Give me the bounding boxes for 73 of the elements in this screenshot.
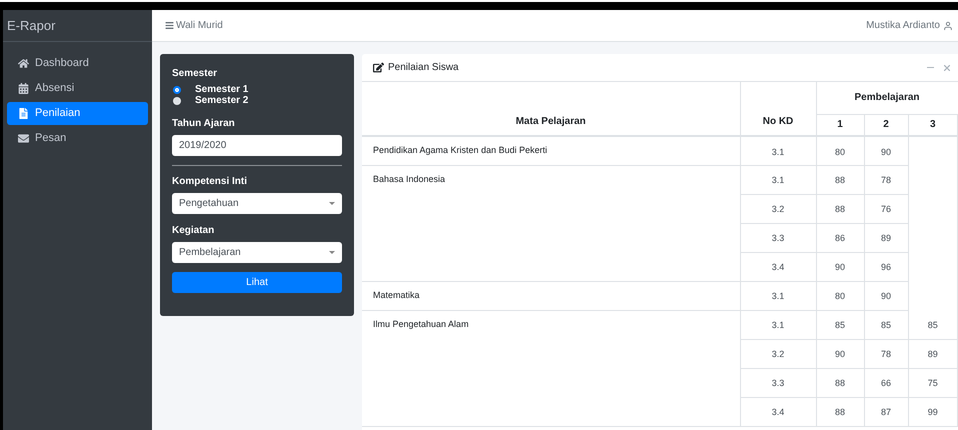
score: 78 [880,175,891,186]
subject-name: Bahasa Indonesia [373,174,446,184]
column-header: No KD [762,116,794,127]
score: 80 [834,291,845,302]
score: 80 [834,146,845,156]
kd-number: 3.1 [772,146,784,156]
radio-label: Semester 2 [195,94,248,108]
caret-icon [329,202,335,205]
kd-number: 3.3 [772,378,784,388]
year-field[interactable]: 2019/2020 [172,135,342,156]
score: 85 [834,320,845,330]
sidebar-item[interactable]: Pesan [7,127,148,150]
kd-number: 3.1 [772,291,784,302]
card-title: Penilaian Siswa [388,61,459,75]
column-header: 2 [883,119,889,130]
sidebar-item[interactable]: Absensi [7,77,148,100]
view-button[interactable]: Lihat [172,272,342,293]
competence-select[interactable]: Pengetahuan [172,193,342,214]
radio-button[interactable] [173,86,181,94]
kd-number: 3.3 [772,233,784,244]
score: 90 [834,262,845,272]
score: 76 [880,204,891,214]
sidebar-item[interactable]: Penilaian [7,102,148,125]
column-header: 1 [837,119,843,130]
kd-number: 3.2 [772,349,784,360]
score: 90 [880,146,891,156]
column-header: 3 [930,119,936,130]
score: 90 [834,349,845,360]
home-icon [18,58,29,69]
subject-name: Pendidikan Agama Kristen dan Budi Pekerti [373,145,548,155]
column-header: Pembelajaran [854,92,920,104]
score: 88 [834,407,845,418]
field-label: Tahun Ajaran [172,117,236,131]
user-icon [943,20,953,30]
score: 86 [834,233,845,244]
score: 89 [880,233,891,244]
score: 78 [880,349,891,360]
calendar-icon [18,83,29,94]
caret-icon [329,251,335,254]
menu-toggle[interactable]: Wali Murid [165,18,223,33]
activity-select[interactable]: Pembelajaran [172,242,342,263]
field-label: Kompetensi Inti [172,175,248,189]
score: 96 [880,262,891,272]
field-label: Semester [172,67,218,81]
sidebar-item[interactable]: Dashboard [7,52,148,75]
kd-number: 3.2 [772,204,784,214]
document-icon [18,108,29,119]
subject-name: Ilmu Pengetahuan Alam [373,318,469,328]
envelope-icon [18,133,29,144]
kd-number: 3.4 [772,407,784,418]
menu-icon [165,21,174,30]
score: 85 [880,320,891,330]
radio-button[interactable] [173,96,181,104]
score: 90 [880,291,891,302]
score: 88 [834,204,845,214]
user-menu[interactable]: Mustika Ardianto [866,18,953,33]
radio-label: Semester 1 [195,83,248,96]
kd-number: 3.1 [772,320,784,330]
score: 75 [928,378,938,388]
field-label: Kegiatan [172,224,216,238]
score: 88 [834,378,845,388]
score: 88 [834,175,845,186]
column-header: Mata Pelajaran [516,116,586,127]
kd-number: 3.4 [772,262,784,272]
score: 87 [880,407,891,418]
brand-title: E-Rapor [7,16,56,35]
kd-number: 3.1 [772,175,784,186]
score: 89 [928,349,938,360]
score: 66 [880,378,891,388]
edit-icon [373,62,384,73]
subject-name: Matematika [373,290,420,300]
score: 85 [928,320,938,330]
score: 99 [928,407,938,418]
